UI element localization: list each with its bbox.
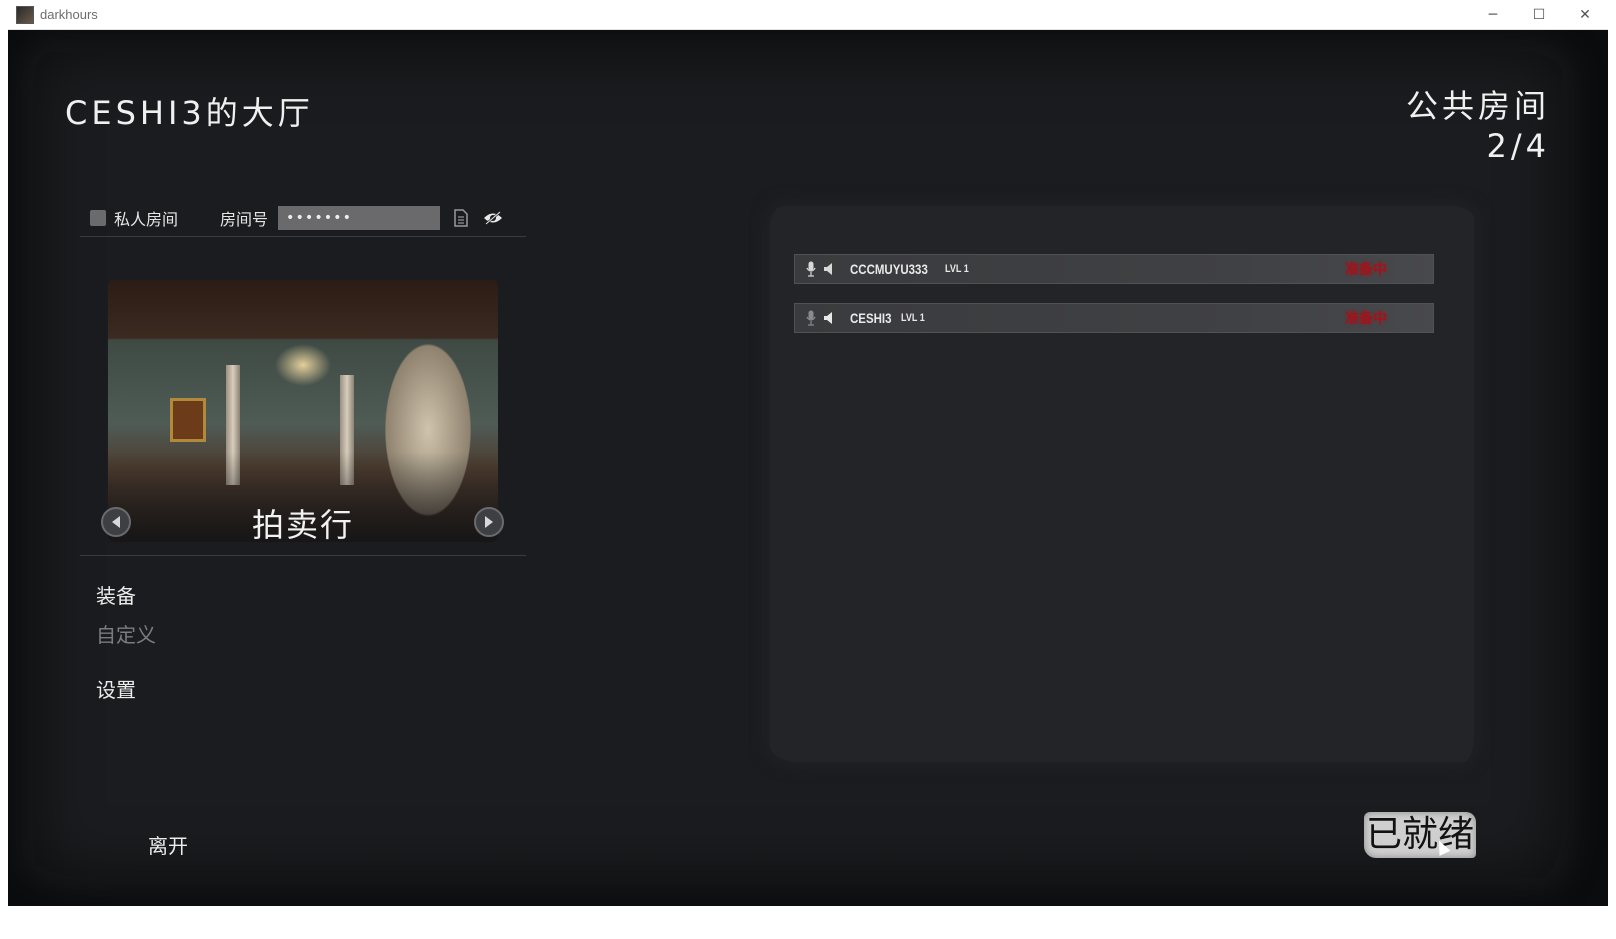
speaker-icon[interactable]	[822, 260, 836, 278]
player-level: LVL 1	[944, 263, 969, 275]
window-controls: ─ ☐ ✕	[1470, 0, 1608, 30]
microphone-icon[interactable]	[804, 309, 818, 327]
window-titlebar: darkhours ─ ☐ ✕	[8, 0, 1608, 30]
player-status: 准备中	[1345, 311, 1387, 327]
copy-icon[interactable]	[450, 207, 472, 229]
speaker-icon[interactable]	[822, 309, 836, 327]
room-number-input[interactable]	[278, 206, 441, 230]
player-row[interactable]: CESHI3 LVL 1 准备中	[794, 303, 1434, 333]
window-title: darkhours	[40, 7, 98, 22]
close-button[interactable]: ✕	[1562, 0, 1608, 30]
private-room-label: 私人房间	[114, 210, 179, 229]
private-room-checkbox[interactable]	[90, 210, 106, 226]
room-number-label: 房间号	[220, 210, 269, 229]
room-settings-bar: 私人房间 房间号	[80, 200, 526, 237]
player-level: LVL 1	[900, 312, 925, 324]
map-painting-decoration	[170, 398, 206, 442]
player-row[interactable]: CCCMUYU333 LVL 1 准备中	[794, 254, 1434, 284]
microphone-icon[interactable]	[804, 260, 818, 278]
arrow-left-icon	[112, 516, 120, 528]
maximize-button[interactable]: ☐	[1516, 0, 1562, 30]
app-icon	[16, 5, 34, 24]
equipment-menu-item[interactable]: 装备	[96, 580, 136, 609]
previous-map-button[interactable]	[101, 507, 131, 537]
game-viewport: CESHI3的大厅 公共房间 2/4 私人房间 房间号 ••••••• 拍卖行 …	[8, 30, 1608, 906]
ready-button[interactable]: 已就绪	[1364, 812, 1476, 858]
hide-password-eye-icon[interactable]	[482, 207, 504, 229]
leave-button[interactable]: 离开	[148, 830, 188, 859]
map-divider	[80, 555, 526, 556]
map-name: 拍卖行	[251, 506, 354, 544]
player-name: CESHI3	[850, 310, 892, 326]
settings-menu-item[interactable]: 设置	[96, 674, 136, 703]
room-type-label: 公共房间	[1405, 87, 1550, 125]
minimize-button[interactable]: ─	[1470, 0, 1516, 30]
player-name: CCCMUYU333	[850, 261, 928, 277]
next-map-button[interactable]	[474, 507, 504, 537]
customize-menu-item[interactable]: 自定义	[96, 619, 156, 648]
arrow-right-icon	[485, 516, 493, 528]
player-status: 准备中	[1345, 262, 1387, 278]
player-list-panel	[770, 206, 1474, 762]
player-count: 2/4	[1486, 127, 1550, 165]
lobby-title: CESHI3的大厅	[65, 94, 314, 132]
room-info: 公共房间 2/4	[1406, 86, 1550, 166]
